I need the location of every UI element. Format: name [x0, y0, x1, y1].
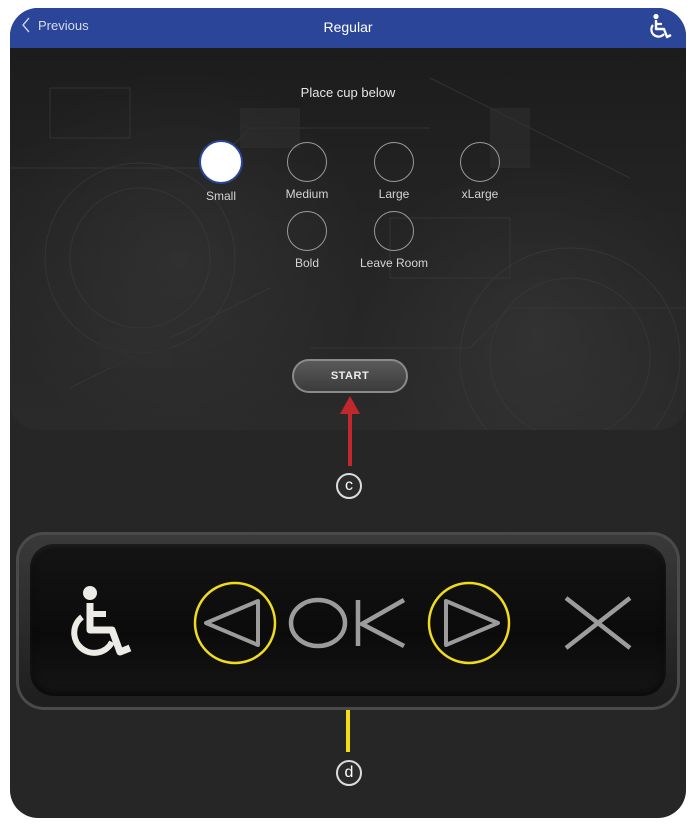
radio-circle: [199, 140, 243, 184]
option-label: Bold: [294, 256, 320, 270]
left-triangle-icon: [193, 581, 277, 665]
option-label: Leave Room: [359, 256, 429, 270]
radio-circle: [287, 142, 327, 182]
option-label: Large: [378, 187, 410, 201]
x-icon[interactable]: [560, 594, 636, 652]
option-label: xLarge: [461, 187, 499, 201]
size-option-xlarge[interactable]: xLarge: [435, 142, 525, 201]
beverage-screen: Place cup below Small Medium Large xLarg…: [10, 48, 686, 430]
option-label: Medium: [285, 187, 329, 201]
panel-face: [30, 544, 666, 696]
option-label: Small: [205, 189, 236, 203]
header-bar: Previous Regular: [10, 8, 686, 48]
radio-circle: [287, 211, 327, 251]
wheelchair-icon: [650, 13, 672, 39]
page-title: Regular: [323, 19, 373, 35]
start-button[interactable]: START: [292, 359, 408, 393]
radio-circle: [460, 142, 500, 182]
physical-button-panel: [16, 532, 680, 710]
callout-d: d: [336, 760, 362, 786]
radio-circle: [374, 142, 414, 182]
callout-c: c: [336, 473, 362, 499]
accessibility-button[interactable]: [648, 13, 674, 46]
left-button[interactable]: [192, 580, 278, 666]
right-button[interactable]: [426, 580, 512, 666]
wheelchair-icon[interactable]: [68, 584, 138, 666]
right-triangle-icon: [427, 581, 511, 665]
option-leave-room[interactable]: Leave Room: [349, 211, 439, 270]
size-option-small[interactable]: Small: [176, 140, 266, 203]
instruction-text: Place cup below: [300, 85, 396, 100]
size-option-large[interactable]: Large: [349, 142, 439, 201]
strength-option-bold[interactable]: Bold: [262, 211, 352, 270]
radio-circle: [374, 211, 414, 251]
red-arrow-icon: [340, 396, 360, 466]
size-option-medium[interactable]: Medium: [262, 142, 352, 201]
ok-text-icon[interactable]: [286, 594, 418, 652]
